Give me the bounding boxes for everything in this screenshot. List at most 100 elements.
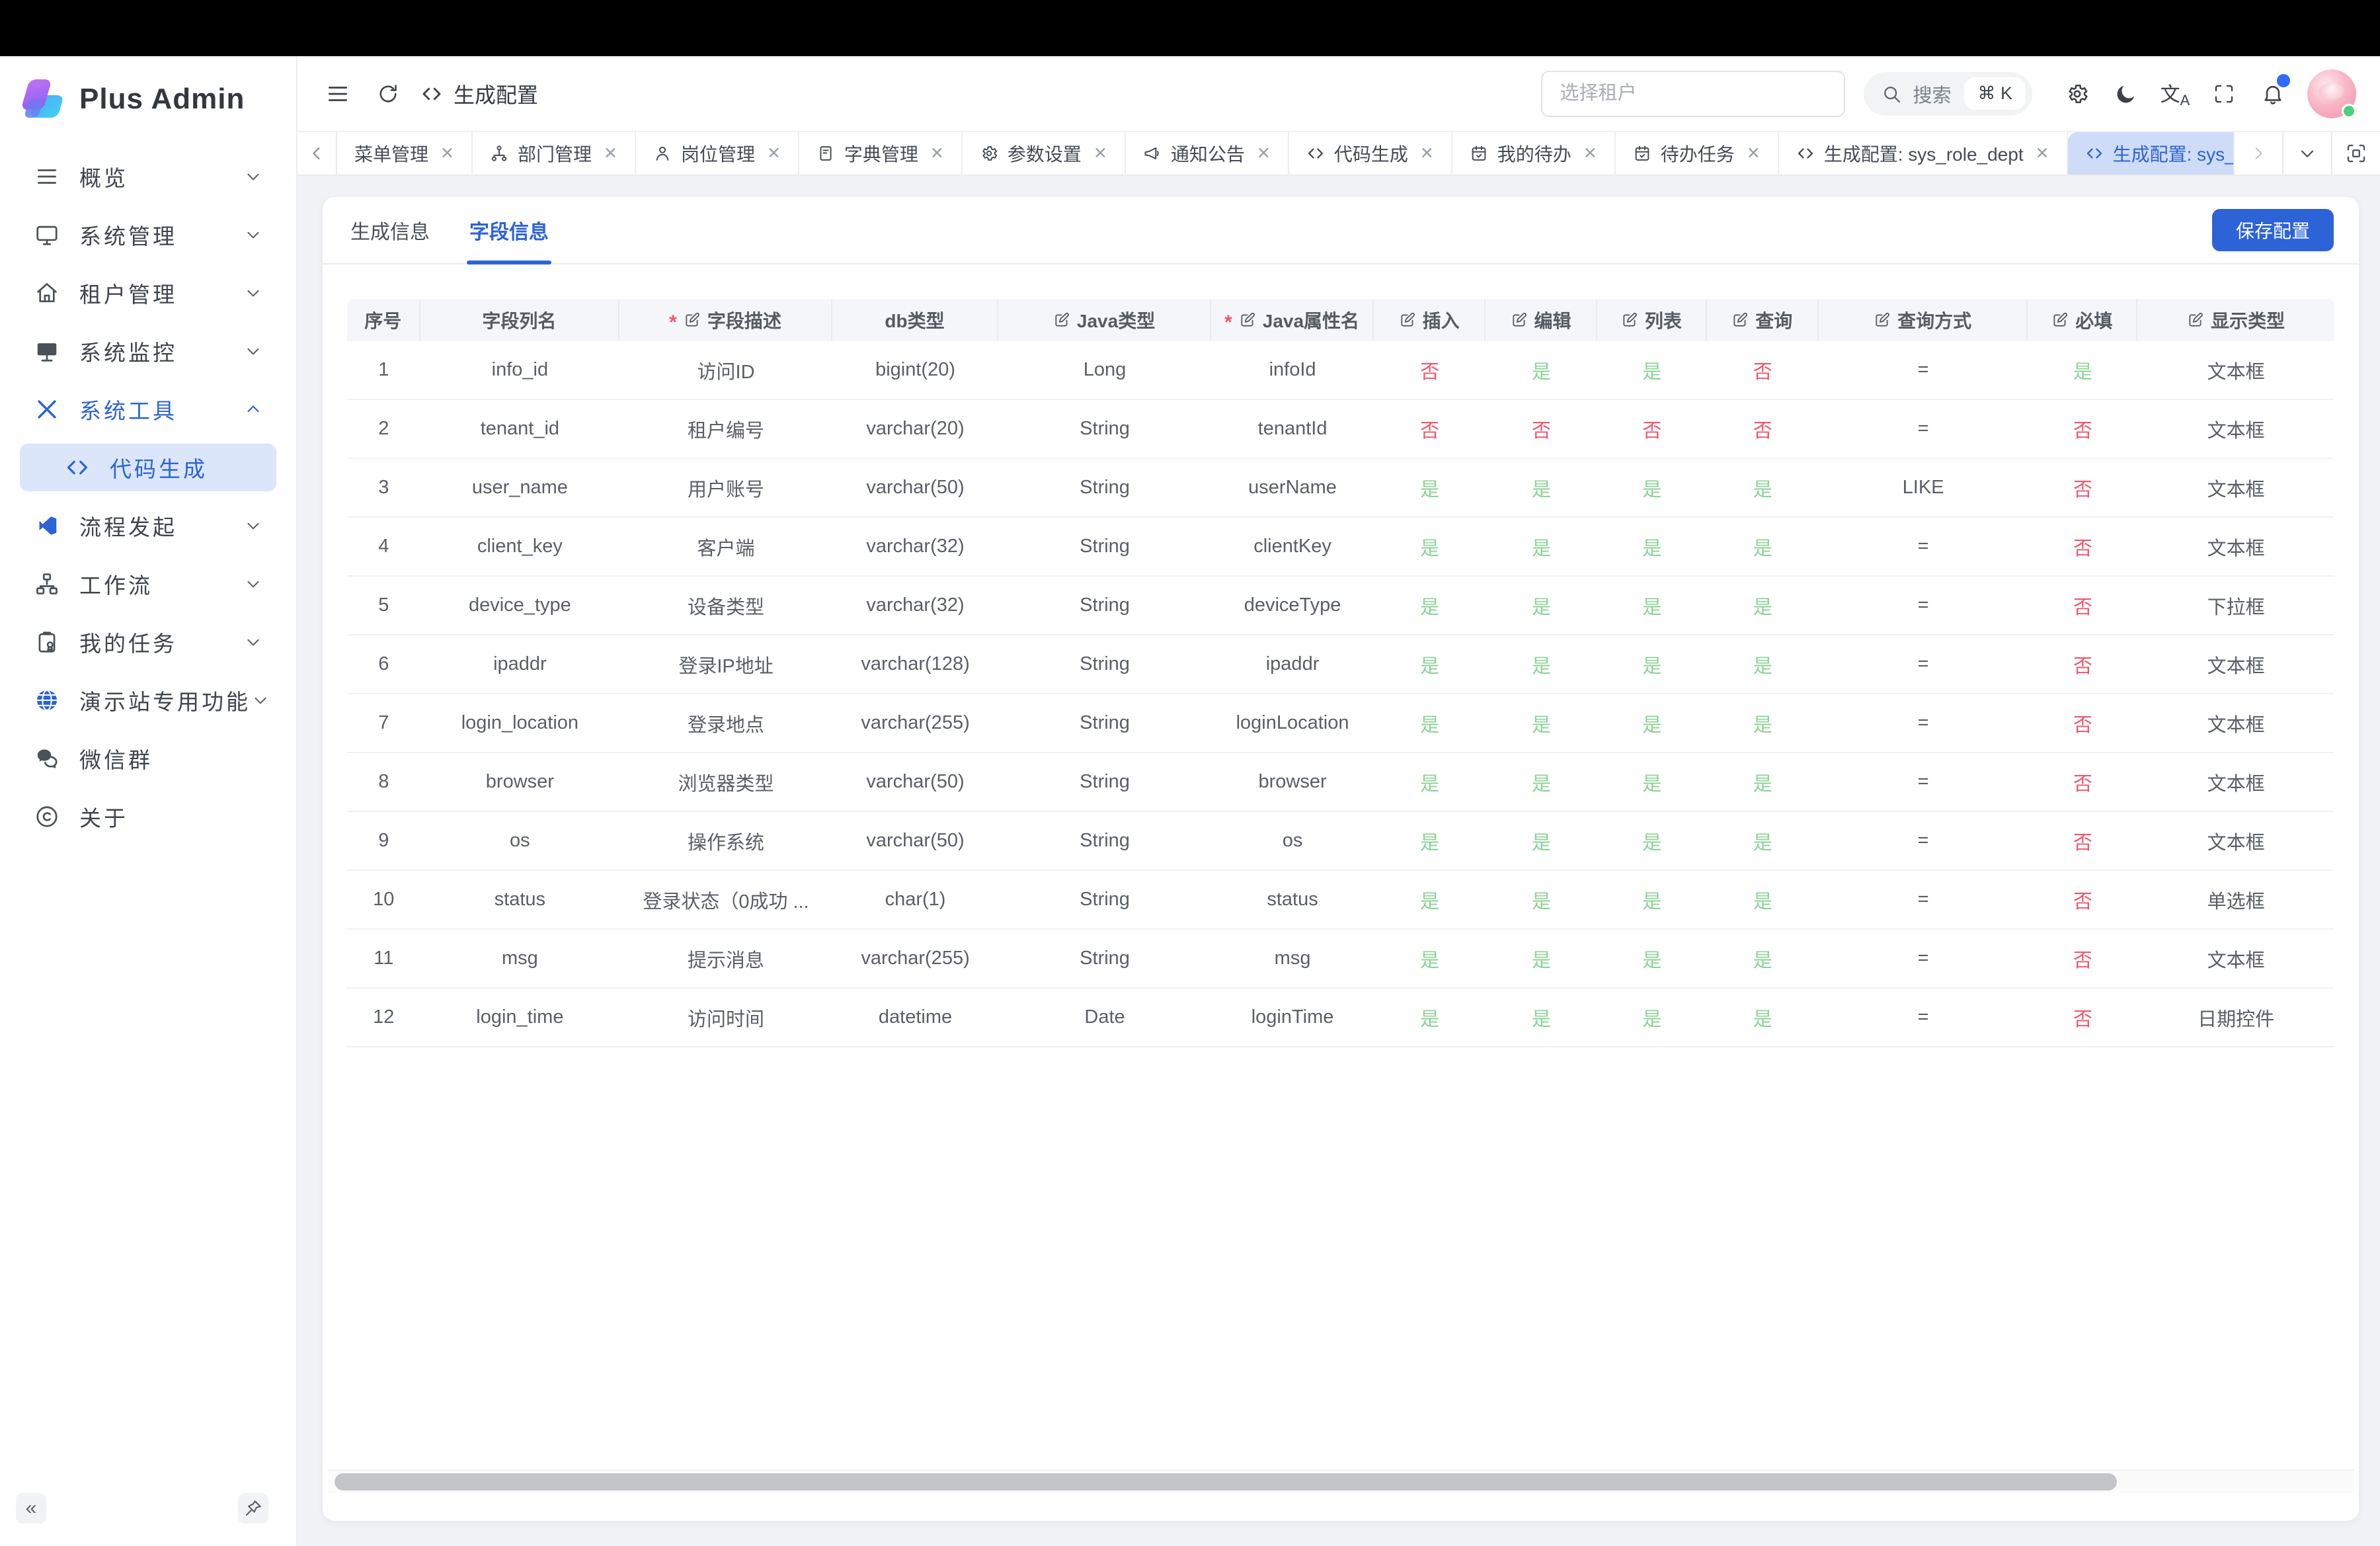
tab-menu-admin[interactable]: 菜单管理✕	[337, 132, 473, 175]
cell-query[interactable]: 是	[1707, 930, 1819, 989]
cell-insert[interactable]: 是	[1374, 871, 1486, 930]
global-search-button[interactable]: 搜索 ⌘ K	[1864, 72, 2032, 116]
cell-insert[interactable]: 是	[1374, 459, 1486, 518]
cell-query[interactable]: 否	[1707, 400, 1819, 459]
cell-java_prop[interactable]: status	[1211, 871, 1374, 930]
cell-java_type[interactable]: Date	[998, 989, 1211, 1047]
cell-list[interactable]: 是	[1597, 577, 1707, 635]
notification-bell-icon[interactable]	[2256, 77, 2290, 111]
tab-todo-tasks[interactable]: 待办任务✕	[1616, 132, 1779, 175]
cell-insert[interactable]: 是	[1374, 694, 1486, 753]
cell-list[interactable]: 是	[1597, 459, 1707, 518]
close-icon[interactable]: ✕	[440, 145, 454, 162]
cell-list[interactable]: 是	[1597, 930, 1707, 989]
cell-desc[interactable]: 设备类型	[619, 577, 832, 635]
tabs-dropdown-icon[interactable]	[2282, 132, 2331, 175]
cell-list[interactable]: 否	[1597, 400, 1707, 459]
cell-display[interactable]: 下拉框	[2137, 577, 2334, 635]
column-header-query_mode[interactable]: 查询方式	[1819, 299, 2028, 341]
cell-desc[interactable]: 租户编号	[619, 400, 832, 459]
cell-desc[interactable]: 操作系统	[619, 812, 832, 871]
cell-required[interactable]: 否	[2028, 459, 2137, 518]
cell-java_prop[interactable]: loginLocation	[1211, 694, 1374, 753]
cell-query_mode[interactable]: =	[1819, 871, 2028, 930]
cell-required[interactable]: 否	[2028, 518, 2137, 577]
cell-java_prop[interactable]: msg	[1211, 930, 1374, 989]
cell-query_mode[interactable]: =	[1819, 930, 2028, 989]
cell-insert[interactable]: 是	[1374, 930, 1486, 989]
close-icon[interactable]: ✕	[1257, 145, 1271, 162]
cell-insert[interactable]: 是	[1374, 635, 1486, 694]
cell-desc[interactable]: 访问时间	[619, 989, 832, 1047]
cell-query[interactable]: 是	[1707, 518, 1819, 577]
cell-required[interactable]: 否	[2028, 812, 2137, 871]
column-header-required[interactable]: 必填	[2028, 299, 2137, 341]
cell-java_prop[interactable]: browser	[1211, 753, 1374, 812]
cell-query_mode[interactable]: =	[1819, 812, 2028, 871]
cell-desc[interactable]: 用户账号	[619, 459, 832, 518]
cell-java_type[interactable]: String	[998, 753, 1211, 812]
column-header-insert[interactable]: 插入	[1374, 299, 1486, 341]
cell-insert[interactable]: 是	[1374, 518, 1486, 577]
cell-insert[interactable]: 是	[1374, 812, 1486, 871]
sidebar-item-about[interactable]: 关于	[20, 793, 276, 840]
cell-java_type[interactable]: String	[998, 400, 1211, 459]
sidebar-item-demo-features[interactable]: 演示站专用功能	[20, 676, 276, 724]
cell-display[interactable]: 文本框	[2137, 635, 2334, 694]
refresh-icon[interactable]	[370, 76, 406, 112]
sidebar-item-workflow[interactable]: 工作流	[20, 560, 276, 608]
cell-java_prop[interactable]: tenantId	[1211, 400, 1374, 459]
tab-post-admin[interactable]: 岗位管理✕	[636, 132, 799, 175]
sidebar-item-system-tools[interactable]: 系统工具	[20, 386, 276, 433]
sidebar-collapse-button[interactable]: «	[16, 1493, 46, 1524]
cell-java_prop[interactable]: loginTime	[1211, 989, 1374, 1047]
cell-java_prop[interactable]: os	[1211, 812, 1374, 871]
cell-java_type[interactable]: String	[998, 459, 1211, 518]
cell-list[interactable]: 是	[1597, 812, 1707, 871]
close-icon[interactable]: ✕	[1583, 145, 1597, 162]
sidebar-item-system-admin[interactable]: 系统管理	[20, 211, 276, 259]
column-header-list[interactable]: 列表	[1597, 299, 1707, 341]
save-config-button[interactable]: 保存配置	[2212, 209, 2334, 251]
column-header-desc[interactable]: *字段描述	[619, 299, 832, 341]
cell-display[interactable]: 文本框	[2137, 753, 2334, 812]
cell-required[interactable]: 否	[2028, 930, 2137, 989]
cell-required[interactable]: 否	[2028, 694, 2137, 753]
column-header-display[interactable]: 显示类型	[2137, 299, 2334, 341]
close-icon[interactable]: ✕	[930, 145, 944, 162]
cell-java_type[interactable]: String	[998, 812, 1211, 871]
cell-query_mode[interactable]: =	[1819, 518, 2028, 577]
cell-edit[interactable]: 是	[1486, 989, 1597, 1047]
cell-display[interactable]: 文本框	[2137, 930, 2334, 989]
settings-gear-icon[interactable]	[2060, 77, 2094, 111]
cell-java_type[interactable]: String	[998, 871, 1211, 930]
cell-edit[interactable]: 是	[1486, 930, 1597, 989]
cell-list[interactable]: 是	[1597, 341, 1707, 400]
collapse-menu-icon[interactable]	[320, 76, 356, 112]
cell-java_prop[interactable]: deviceType	[1211, 577, 1374, 635]
cell-list[interactable]: 是	[1597, 635, 1707, 694]
cell-edit[interactable]: 否	[1486, 400, 1597, 459]
cell-query[interactable]: 是	[1707, 812, 1819, 871]
cell-desc[interactable]: 提示消息	[619, 930, 832, 989]
cell-required[interactable]: 是	[2028, 341, 2137, 400]
column-header-java_prop[interactable]: *Java属性名	[1211, 299, 1374, 341]
cell-list[interactable]: 是	[1597, 871, 1707, 930]
cell-insert[interactable]: 是	[1374, 753, 1486, 812]
cell-query[interactable]: 是	[1707, 871, 1819, 930]
cell-java_type[interactable]: Long	[998, 341, 1211, 400]
cell-query_mode[interactable]: =	[1819, 635, 2028, 694]
cell-display[interactable]: 文本框	[2137, 694, 2334, 753]
cell-edit[interactable]: 是	[1486, 577, 1597, 635]
cell-edit[interactable]: 是	[1486, 694, 1597, 753]
cell-query_mode[interactable]: =	[1819, 753, 2028, 812]
cell-insert[interactable]: 是	[1374, 577, 1486, 635]
cell-desc[interactable]: 登录地点	[619, 694, 832, 753]
tenant-select-input[interactable]	[1541, 71, 1845, 117]
cell-edit[interactable]: 是	[1486, 518, 1597, 577]
sidebar-item-code-generation[interactable]: 代码生成	[20, 444, 276, 491]
sidebar-item-wechat-group[interactable]: 微信群	[20, 735, 276, 782]
column-header-java_type[interactable]: Java类型	[998, 299, 1211, 341]
cell-display[interactable]: 文本框	[2137, 459, 2334, 518]
cell-query_mode[interactable]: =	[1819, 694, 2028, 753]
